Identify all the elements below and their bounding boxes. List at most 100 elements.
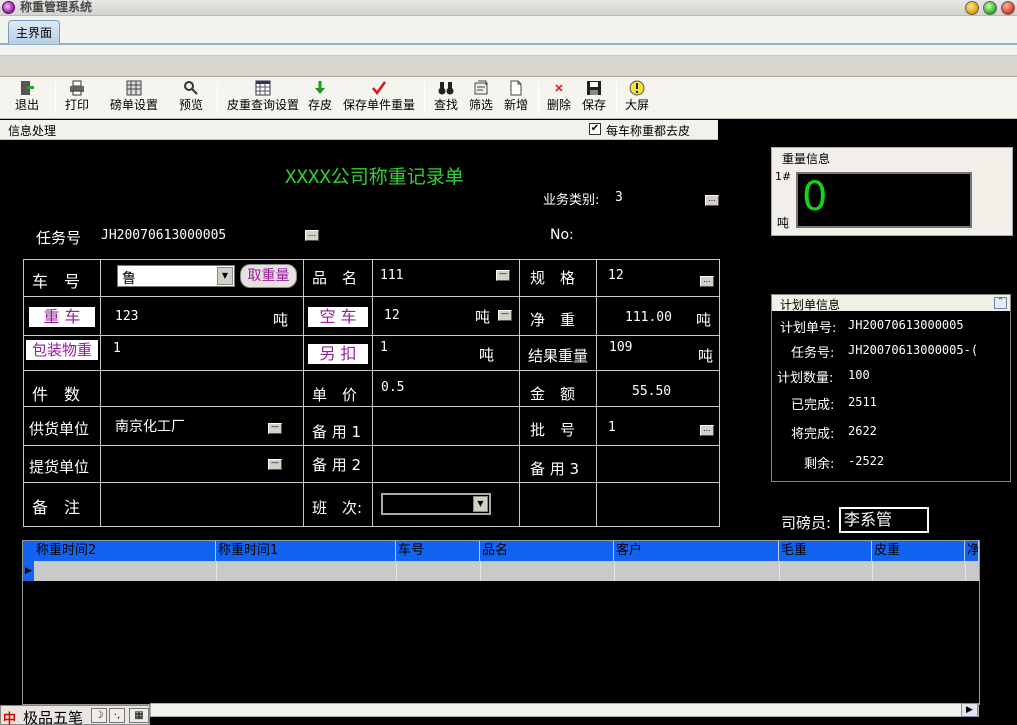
- price-label: 单 价: [312, 386, 358, 404]
- column-header[interactable]: 称重时间1: [216, 541, 396, 561]
- plate-label: 车 号: [32, 272, 81, 291]
- product-label: 品 名: [312, 269, 358, 287]
- form-title: XXXX公司称重记录单: [285, 166, 464, 188]
- grid-settings-icon: [126, 80, 142, 96]
- result-label: 结果重量: [528, 347, 589, 365]
- spec-value: 12: [608, 268, 624, 283]
- remain-value: -2522: [848, 454, 885, 468]
- fetch-weight-button[interactable]: 取重量: [240, 264, 297, 288]
- chevron-down-icon[interactable]: ▼: [473, 496, 488, 512]
- save-tare-button[interactable]: 存皮: [305, 80, 335, 116]
- plan-qty-label: 计划数量:: [777, 371, 834, 386]
- amount-label: 金 额: [530, 385, 576, 403]
- tare-value: 12: [384, 308, 400, 323]
- pickup-picker-button[interactable]: —: [268, 459, 282, 470]
- app-icon: [2, 1, 15, 14]
- exit-label: 退出: [14, 98, 39, 112]
- table-row[interactable]: ▶: [23, 561, 979, 581]
- plan-no-label: 计划单号:: [780, 321, 837, 336]
- exit-button[interactable]: 退出: [12, 80, 42, 116]
- operator-field[interactable]: 李系管: [839, 507, 929, 533]
- pieces-label: 件 数: [32, 385, 81, 404]
- grid-line: [372, 260, 373, 526]
- half-width-moon-icon[interactable]: ☽: [91, 708, 107, 723]
- grid-line: [100, 260, 101, 526]
- scroll-right-icon[interactable]: ▶: [961, 703, 978, 717]
- window-title: 称重管理系统: [20, 0, 93, 14]
- find-button[interactable]: 查找: [431, 80, 461, 116]
- horizontal-scrollbar[interactable]: [150, 703, 979, 717]
- delete-button[interactable]: 删除: [544, 80, 574, 116]
- shift-select[interactable]: ▼: [381, 493, 491, 515]
- print-button[interactable]: 打印: [62, 80, 92, 116]
- filter-button[interactable]: 筛选: [466, 80, 496, 116]
- column-header[interactable]: 称重时间2: [34, 541, 216, 561]
- plan-task-no-label: 任务号:: [791, 346, 835, 361]
- collapse-icon[interactable]: ⌃: [994, 297, 1007, 309]
- column-header[interactable]: 毛重: [779, 541, 872, 561]
- new-button[interactable]: 新增: [501, 80, 531, 116]
- deduct-value: 1: [380, 340, 388, 355]
- calendar-grid-icon: [255, 80, 271, 96]
- toolbar-separator: [55, 82, 56, 114]
- info-bar-gap: [718, 120, 1017, 140]
- cell-divider: [480, 561, 481, 581]
- task-no-picker-button[interactable]: …: [305, 230, 319, 241]
- row-pointer-icon: ▶: [23, 561, 34, 581]
- tab-main[interactable]: 主界面: [8, 20, 60, 44]
- task-no-value: JH20070613000005: [101, 228, 227, 243]
- slip-settings-button[interactable]: 磅单设置: [108, 80, 160, 116]
- business-type-picker-button[interactable]: …: [705, 195, 719, 206]
- column-header[interactable]: 车号: [396, 541, 480, 561]
- column-header[interactable]: 品名: [480, 541, 614, 561]
- weight-unit: 吨: [777, 216, 790, 230]
- ime-name[interactable]: 极品五笔: [23, 707, 83, 725]
- plate-select-value: 鲁: [122, 271, 136, 287]
- down-arrow-icon: [312, 80, 328, 96]
- tare-query-settings-button[interactable]: 皮重查询设置: [225, 80, 301, 116]
- big-screen-button[interactable]: 大屏: [622, 80, 652, 116]
- close-button[interactable]: [1001, 1, 1015, 15]
- tare-query-settings-label: 皮重查询设置: [226, 98, 299, 112]
- plan-no-value: JH20070613000005: [848, 318, 964, 332]
- save-unit-weight-button[interactable]: 保存单件重量: [341, 80, 417, 116]
- soft-keyboard-icon[interactable]: ▦: [129, 708, 149, 723]
- preview-icon: [183, 80, 199, 96]
- batch-picker-button[interactable]: …: [700, 425, 714, 436]
- plan-panel-title: 计划单信息: [780, 298, 841, 312]
- weight-value: 0: [802, 174, 828, 220]
- delete-label: 删除: [546, 98, 571, 112]
- chevron-down-icon[interactable]: ▼: [217, 267, 233, 285]
- result-unit: 吨: [698, 347, 714, 365]
- exit-icon: [19, 80, 35, 96]
- punctuation-icon[interactable]: ·,: [109, 708, 125, 723]
- minimize-button[interactable]: [965, 1, 979, 15]
- maximize-button[interactable]: [983, 1, 997, 15]
- tab-underline: [0, 43, 1017, 45]
- weight-display: 0: [796, 172, 972, 228]
- result-value: 109: [609, 340, 633, 355]
- printer-icon: [69, 80, 85, 96]
- spec-picker-button[interactable]: …: [700, 276, 714, 287]
- preview-button[interactable]: 预览: [176, 80, 206, 116]
- tare-picker-button[interactable]: —: [498, 310, 512, 321]
- toolbar-separator: [616, 82, 617, 114]
- supplier-picker-button[interactable]: —: [268, 423, 282, 434]
- ime-logo-icon[interactable]: 中: [3, 708, 16, 725]
- batch-value: 1: [608, 420, 616, 435]
- plate-select[interactable]: 鲁 ▼: [117, 265, 235, 287]
- menu-band: [0, 56, 1017, 77]
- tare-each-checkbox-label[interactable]: 每车称重都去皮: [606, 122, 690, 139]
- business-type-value: 3: [615, 190, 623, 205]
- column-header[interactable]: 皮重: [872, 541, 965, 561]
- column-header[interactable]: 净: [965, 541, 979, 561]
- gross-value: 123: [115, 309, 139, 324]
- deduct-label: 另 扣: [308, 344, 368, 364]
- column-header[interactable]: 客户: [614, 541, 779, 561]
- plan-panel-header: 计划单信息 ⌃: [772, 295, 1010, 312]
- plan-info-panel: 计划单信息 ⌃ 计划单号: JH20070613000005 任务号: JH20…: [771, 294, 1011, 482]
- tare-each-checkbox[interactable]: ✔: [589, 123, 601, 135]
- save-button[interactable]: 保存: [579, 80, 609, 116]
- amount-value: 55.50: [632, 384, 672, 399]
- product-picker-button[interactable]: —: [496, 270, 510, 281]
